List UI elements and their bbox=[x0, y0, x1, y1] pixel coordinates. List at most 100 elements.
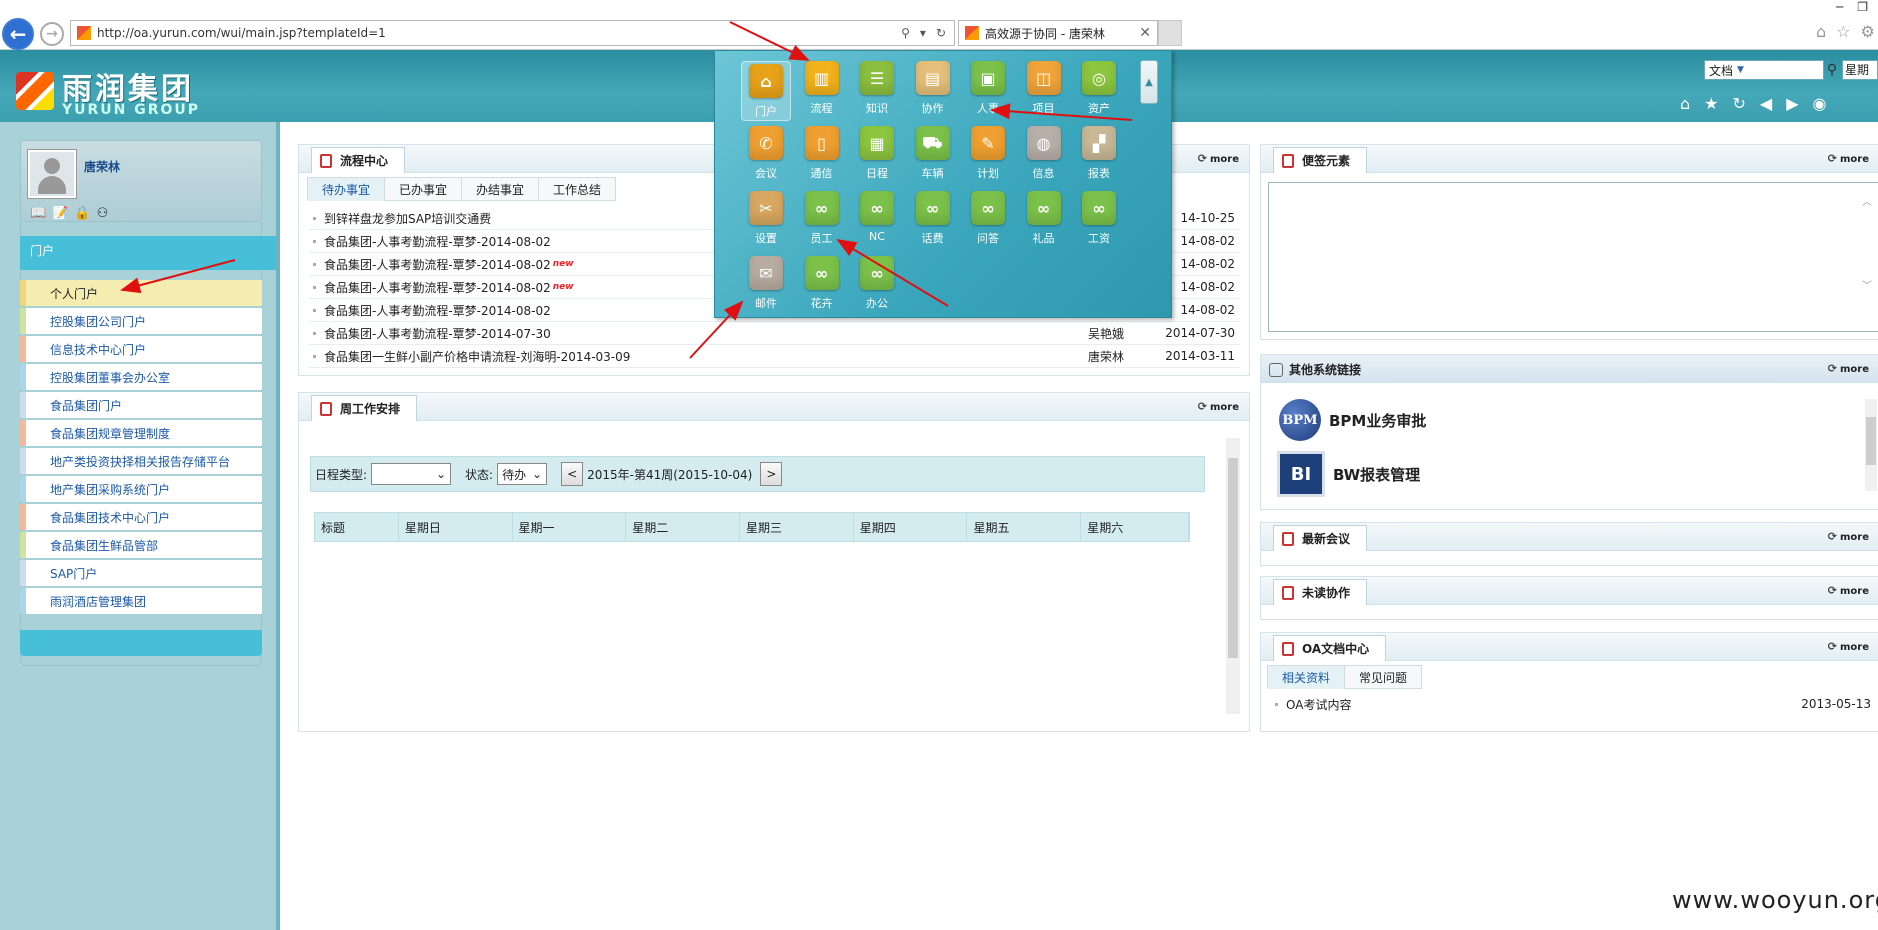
refresh-icon[interactable]: ↻ bbox=[936, 26, 946, 40]
scrollbar[interactable] bbox=[1226, 438, 1240, 714]
menu-item[interactable]: ◫ 项目 bbox=[1019, 61, 1069, 117]
menu-item[interactable]: ▞ 报表 bbox=[1074, 126, 1124, 182]
search-type-select[interactable]: 文档 ▼ bbox=[1704, 60, 1824, 80]
menu-item[interactable]: ∞ 花卉 bbox=[797, 256, 847, 312]
menu-item[interactable]: ∞ 员工 bbox=[797, 191, 847, 247]
search-icon[interactable]: ⚲ bbox=[901, 26, 910, 40]
menu-item[interactable]: ∞ 办公 bbox=[852, 256, 902, 312]
back-arrow-icon[interactable]: ← bbox=[2, 18, 34, 50]
dropdown-icon[interactable]: ▾ bbox=[920, 26, 926, 40]
status-select[interactable]: 待办 ⌄ bbox=[497, 463, 548, 485]
address-bar[interactable]: http://oa.yurun.com/wui/main.jsp?templat… bbox=[70, 20, 955, 46]
row-title[interactable]: 食品集团-人事考勤流程-覃梦-2014-07-30 bbox=[324, 325, 551, 342]
link-bw[interactable]: BI BW报表管理 bbox=[1277, 451, 1420, 497]
row-title[interactable]: 食品集团-人事考勤流程-覃梦-2014-08-02 bbox=[324, 256, 551, 273]
minimize-icon[interactable]: ─ bbox=[1836, 0, 1843, 16]
menu-item[interactable]: ▯ 通信 bbox=[797, 126, 847, 182]
settings-gear-icon[interactable]: ⚙ bbox=[1861, 22, 1875, 41]
scrollbar-thumb[interactable] bbox=[1228, 458, 1238, 658]
menu-item[interactable]: ∞ 问答 bbox=[963, 191, 1013, 247]
refresh-icon[interactable]: ↻ bbox=[1733, 94, 1746, 113]
prev-week-button[interactable]: < bbox=[561, 462, 584, 486]
org-chart-icon[interactable]: ⚇ bbox=[97, 206, 109, 221]
sidebar-divider[interactable] bbox=[276, 122, 280, 930]
tab-flow[interactable]: 待办事宜 bbox=[307, 177, 386, 201]
row-title[interactable]: 食品集团-人事考勤流程-覃梦-2014-08-02 bbox=[324, 233, 551, 250]
forward-arrow-icon[interactable]: → bbox=[40, 22, 64, 46]
menu-item[interactable]: ◎ 资产 bbox=[1074, 61, 1124, 117]
sidebar-item-portal[interactable]: 食品集团门户 bbox=[20, 392, 262, 418]
menu-item[interactable]: ✉ 邮件 bbox=[741, 256, 791, 312]
menu-item[interactable]: ⛟ 车辆 bbox=[908, 126, 958, 182]
row-title[interactable]: 食品集团-人事考勤流程-覃梦-2014-08-02 bbox=[324, 302, 551, 319]
sidebar-item-portal[interactable]: 食品集团规章管理制度 bbox=[20, 420, 262, 446]
sidebar-item-portal[interactable]: 信息技术中心门户 bbox=[20, 336, 262, 362]
scrollbar-thumb[interactable] bbox=[1866, 417, 1876, 465]
avatar[interactable] bbox=[28, 150, 76, 198]
menu-item[interactable]: ▤ 协作 bbox=[908, 61, 958, 117]
table-row[interactable]: 食品集团一生鲜小副产价格申请流程-刘海明-2014-03-09 唐荣林 2014-0… bbox=[309, 345, 1239, 368]
list-item[interactable]: OA考试内容 2013-05-13 bbox=[1271, 693, 1871, 715]
menu-item[interactable]: ✂ 设置 bbox=[741, 191, 791, 247]
book-icon[interactable]: 📖 bbox=[30, 206, 46, 221]
next-week-button[interactable]: > bbox=[760, 462, 783, 486]
sidebar-item-portal[interactable]: 地产类投资抉择相关报告存储平台 bbox=[20, 448, 262, 474]
menu-item[interactable]: ◍ 信息 bbox=[1019, 126, 1069, 182]
tab-related-docs[interactable]: 相关资料 bbox=[1267, 665, 1346, 689]
collapse-up-button[interactable]: ▲ bbox=[1140, 60, 1158, 104]
row-title[interactable]: 到锌祥盘龙参加SAP培训交通费 bbox=[324, 210, 491, 227]
table-row[interactable]: 食品集团-人事考勤流程-覃梦-2014-07-30 吴艳娥 2014-07-30 bbox=[309, 322, 1239, 345]
new-tab-button[interactable] bbox=[1158, 20, 1182, 46]
menu-item[interactable]: ✆ 会议 bbox=[741, 126, 791, 182]
browser-tab[interactable]: 高效源于协同 - 唐荣林 ✕ bbox=[958, 20, 1158, 46]
scrollbar[interactable] bbox=[1865, 399, 1877, 491]
more-link[interactable]: ⟳ more bbox=[1198, 400, 1239, 413]
more-link[interactable]: ⟳ more bbox=[1828, 530, 1869, 543]
more-link[interactable]: ⟳ more bbox=[1828, 584, 1869, 597]
menu-item[interactable]: ▦ 日程 bbox=[852, 126, 902, 182]
menu-item[interactable]: ☰ 知识 bbox=[852, 61, 902, 117]
forward-icon[interactable]: ▶ bbox=[1786, 94, 1798, 113]
memo-scroll-arrows[interactable]: ︿ ﹀ bbox=[1862, 196, 1872, 294]
sidebar-item-portal[interactable]: 食品集团生鲜品管部 bbox=[20, 532, 262, 558]
menu-item[interactable]: ∞ 礼品 bbox=[1019, 191, 1069, 247]
sidebar-item-portal[interactable]: 控股集团公司门户 bbox=[20, 308, 262, 334]
menu-item[interactable]: ∞ 工资 bbox=[1074, 191, 1124, 247]
more-link[interactable]: ⟳ more bbox=[1198, 152, 1239, 165]
more-link[interactable]: ⟳ more bbox=[1828, 640, 1869, 653]
user-name[interactable]: 唐荣林 bbox=[84, 158, 120, 175]
tab-flow[interactable]: 办结事宜 bbox=[461, 177, 540, 201]
favorites-star-icon[interactable]: ☆ bbox=[1836, 22, 1850, 41]
search-icon[interactable]: ⚲ bbox=[1822, 60, 1842, 80]
sidebar-item-portal[interactable]: 控股集团董事会办公室 bbox=[20, 364, 262, 390]
memo-textarea[interactable] bbox=[1268, 182, 1878, 332]
sidebar-item-portal[interactable]: SAP门户 bbox=[20, 560, 262, 586]
row-title[interactable]: 食品集团一生鲜小副产价格申请流程-刘海明-2014-03-09 bbox=[324, 348, 630, 365]
portal-heading[interactable]: 门户 bbox=[20, 236, 276, 270]
menu-item[interactable]: ▣ 人事 bbox=[963, 61, 1013, 117]
sidebar-item-portal[interactable]: 雨润酒店管理集团 bbox=[20, 588, 262, 614]
company-logo[interactable]: 雨润集团 YURUN GROUP bbox=[16, 64, 200, 118]
home-icon[interactable]: ⌂ bbox=[1680, 94, 1690, 113]
sidebar-item-portal[interactable]: 个人门户 bbox=[20, 280, 262, 306]
more-link[interactable]: ⟳ more bbox=[1828, 152, 1869, 165]
lock-icon[interactable]: 🔒 bbox=[74, 206, 90, 221]
logout-icon[interactable]: ◉ bbox=[1813, 94, 1827, 113]
star-icon[interactable]: ★ bbox=[1704, 94, 1718, 113]
back-icon[interactable]: ◀ bbox=[1760, 94, 1772, 113]
restore-icon[interactable]: ❐ bbox=[1857, 0, 1868, 16]
sidebar-item-portal[interactable]: 食品集团技术中心门户 bbox=[20, 504, 262, 530]
close-tab-icon[interactable]: ✕ bbox=[1139, 25, 1151, 41]
row-title[interactable]: 食品集团-人事考勤流程-覃梦-2014-08-02 bbox=[324, 279, 551, 296]
menu-item[interactable]: ⌂ 门户 bbox=[741, 61, 791, 121]
url-text[interactable]: http://oa.yurun.com/wui/main.jsp?templat… bbox=[97, 26, 386, 40]
menu-item[interactable]: ✎ 计划 bbox=[963, 126, 1013, 182]
edit-icon[interactable]: 📝 bbox=[52, 206, 68, 221]
menu-item[interactable]: ▥ 流程 bbox=[797, 61, 847, 117]
tab-flow[interactable]: 工作总结 bbox=[538, 177, 617, 201]
menu-item[interactable]: ∞ 话费 bbox=[908, 191, 958, 247]
sidebar-item-portal[interactable]: 地产集团采购系统门户 bbox=[20, 476, 262, 502]
menu-item[interactable]: ∞ NC bbox=[852, 191, 902, 247]
type-select[interactable]: ⌄ bbox=[371, 463, 452, 485]
tab-faq[interactable]: 常见问题 bbox=[1344, 665, 1423, 689]
